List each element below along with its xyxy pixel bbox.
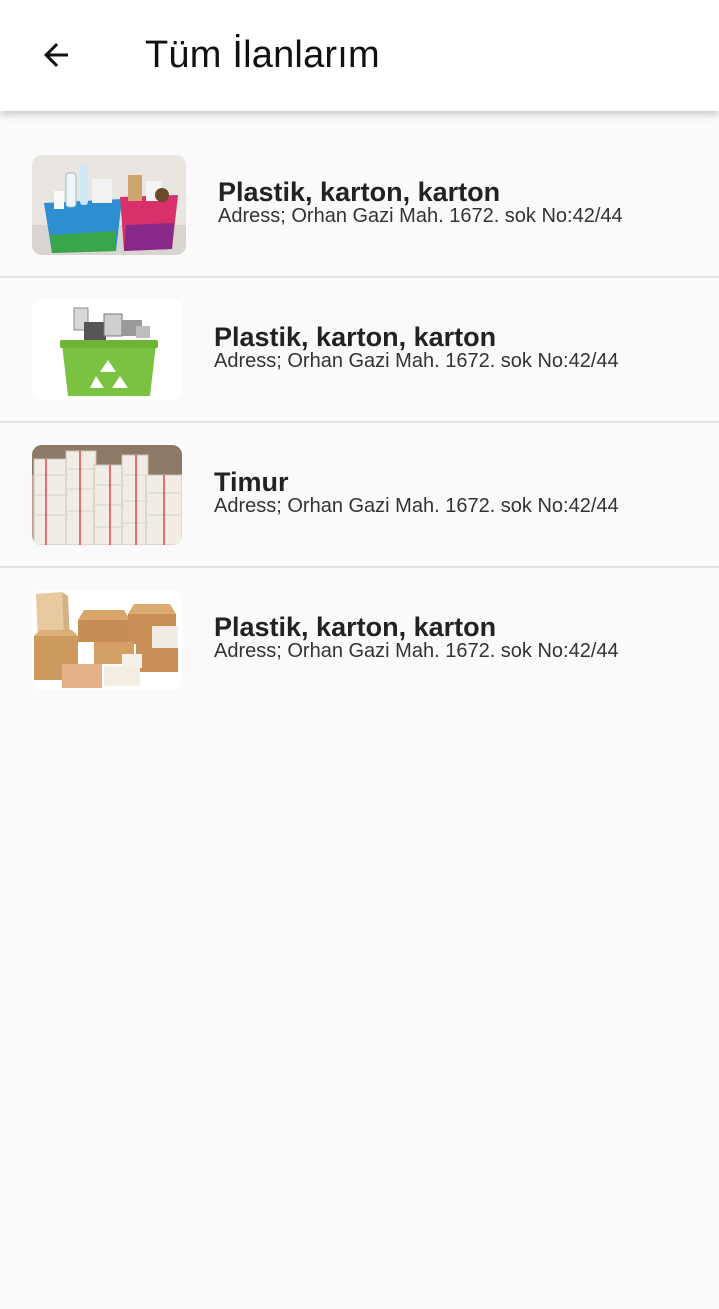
list-item[interactable]: Timur Adress; Orhan Gazi Mah. 1672. sok …	[0, 423, 719, 568]
listing-texts: Plastik, karton, karton Adress; Orhan Ga…	[214, 612, 704, 663]
listing-title: Plastik, karton, karton	[214, 322, 497, 352]
list-item[interactable]: Plastik, karton, karton Adress; Orhan Ga…	[0, 278, 719, 423]
app-bar: Tüm İlanlarım	[0, 0, 719, 111]
listing-title: Plastik, karton, karton	[218, 177, 501, 207]
listing-title: Plastik, karton, karton	[214, 612, 497, 642]
listing-texts: Timur Adress; Orhan Gazi Mah. 1672. sok …	[214, 467, 704, 518]
back-button[interactable]	[24, 23, 88, 87]
listing-address: Adress; Orhan Gazi Mah. 1672. sok No:42/…	[218, 205, 623, 227]
listing-title: Timur	[214, 467, 289, 497]
listing-address: Adress; Orhan Gazi Mah. 1672. sok No:42/…	[214, 640, 619, 662]
arrow-left-icon	[44, 43, 68, 67]
listing-list: Plastik, karton, karton Adress; Orhan Ga…	[0, 133, 719, 711]
listing-address: Adress; Orhan Gazi Mah. 1672. sok No:42/…	[214, 495, 619, 517]
recycling-baskets-photo	[32, 155, 186, 255]
list-item[interactable]: Plastik, karton, karton Adress; Orhan Ga…	[0, 133, 719, 278]
cardboard-boxes-photo	[32, 590, 182, 690]
listing-texts: Plastik, karton, karton Adress; Orhan Ga…	[214, 322, 704, 373]
listing-address: Adress; Orhan Gazi Mah. 1672. sok No:42/…	[214, 350, 619, 372]
electronic-waste-bin-photo	[32, 300, 182, 400]
page-title: Tüm İlanlarım	[145, 34, 380, 76]
newspaper-stacks-photo	[32, 445, 182, 545]
list-item[interactable]: Plastik, karton, karton Adress; Orhan Ga…	[0, 568, 719, 711]
listing-texts: Plastik, karton, karton Adress; Orhan Ga…	[218, 177, 708, 228]
